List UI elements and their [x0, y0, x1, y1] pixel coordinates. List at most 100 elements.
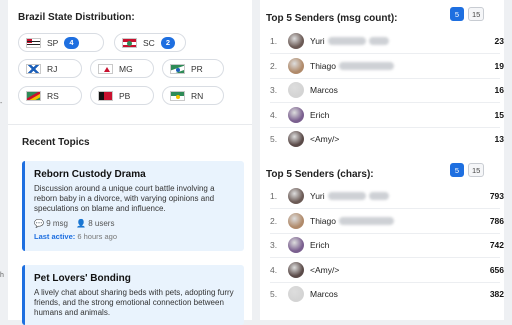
chat-icon: 💬 — [34, 219, 44, 228]
messages-count-text: 9 msg — [46, 219, 68, 228]
sender-value: 382 — [489, 289, 504, 299]
state-code: SP — [47, 37, 59, 48]
sender-row[interactable]: 3. Erich 742 — [270, 233, 504, 257]
sc-flag-icon — [122, 37, 137, 48]
users-count: 👤 8 users — [76, 219, 114, 228]
state-code: SC — [143, 37, 155, 48]
state-code: MG — [119, 63, 133, 74]
avatar — [288, 261, 304, 278]
redacted-name — [368, 37, 389, 45]
divider — [8, 124, 252, 125]
sender-name: <Amy/> — [310, 134, 340, 144]
avatar — [288, 106, 304, 123]
state-chip-rs[interactable]: RS — [18, 86, 82, 105]
pb-flag-icon — [98, 90, 113, 101]
sender-row[interactable]: 3. Marcos 16 — [270, 78, 504, 102]
sender-row[interactable]: 5. Marcos 382 — [270, 282, 504, 306]
state-count-badge: 2 — [160, 36, 175, 49]
top-chars-title: Top 5 Senders (chars): — [266, 169, 374, 180]
top-msg-toggle-5[interactable]: 5 — [450, 7, 464, 21]
redacted-name — [368, 192, 389, 200]
topic-description: A lively chat about sharing beds with pe… — [34, 288, 234, 317]
sender-value: 742 — [489, 240, 504, 250]
top-msg-title: Top 5 Senders (msg count): — [266, 13, 398, 24]
sender-row[interactable]: 1. Yuri 793 — [270, 184, 504, 208]
sender-row[interactable]: 4. Erich 15 — [270, 103, 504, 127]
sender-value: 793 — [489, 191, 504, 201]
avatar — [288, 131, 304, 147]
sender-row[interactable]: 5. <Amy/> 13 — [270, 127, 504, 151]
avatar — [288, 212, 304, 229]
avatar — [288, 237, 304, 253]
state-chip-sc[interactable]: SC 2 — [114, 33, 186, 52]
state-count-badge: 4 — [64, 36, 79, 49]
sender-name: Erich — [310, 240, 330, 250]
sender-value: 19 — [494, 60, 504, 71]
state-chip-rj[interactable]: RJ — [18, 59, 82, 78]
avatar — [288, 188, 304, 204]
sender-name: Marcos — [310, 289, 338, 299]
sender-row[interactable]: 1. Yuri 23 — [270, 29, 504, 53]
state-chip-pb[interactable]: PB — [90, 86, 154, 105]
topic-card[interactable]: Pet Lovers' Bonding A lively chat about … — [22, 265, 244, 325]
messages-count: 💬 9 msg — [34, 219, 68, 228]
sender-name: Erich — [310, 109, 330, 120]
sender-name: Thiago — [310, 215, 336, 226]
topic-title: Pet Lovers' Bonding — [34, 273, 131, 284]
edge-fragment: - — [0, 100, 3, 107]
avatar — [288, 286, 304, 302]
sender-rank: 1. — [270, 191, 278, 201]
last-active: Last active: 6 hours ago — [34, 232, 236, 241]
sender-value: 16 — [494, 85, 504, 95]
sender-rank: 5. — [270, 134, 278, 144]
state-code: PR — [191, 63, 203, 74]
redacted-name — [339, 61, 394, 70]
pr-flag-icon — [170, 63, 185, 74]
rj-flag-icon — [26, 63, 41, 74]
redacted-name — [339, 216, 394, 225]
sender-rank: 2. — [270, 60, 278, 71]
state-chip-pr[interactable]: PR — [162, 59, 224, 78]
avatar — [288, 33, 304, 49]
top-msg-toggle-15[interactable]: 15 — [468, 7, 485, 21]
sender-name: <Amy/> — [310, 264, 340, 275]
topic-description: Discussion around a unique court battle … — [34, 184, 215, 213]
top-chars-toggle-5[interactable]: 5 — [450, 163, 464, 177]
topic-card[interactable]: Reborn Custody Drama Discussion around a… — [22, 161, 244, 251]
avatar — [288, 82, 304, 98]
top-chars-toggle-15[interactable]: 15 — [468, 163, 485, 177]
user-icon: 👤 — [76, 219, 86, 228]
redacted-name — [327, 37, 366, 45]
sender-value: 656 — [489, 264, 504, 275]
sender-name: Yuri — [310, 191, 325, 201]
state-code: RJ — [47, 63, 58, 74]
recent-topics-title: Recent Topics — [22, 137, 90, 148]
sender-rank: 4. — [270, 109, 278, 120]
top-chars-toggle: 5 15 — [450, 163, 485, 177]
state-code: RN — [191, 90, 204, 101]
redacted-name — [327, 192, 366, 200]
sp-flag-icon — [26, 37, 41, 48]
sender-name: Yuri — [310, 36, 325, 46]
state-chip-mg[interactable]: MG — [90, 59, 154, 78]
sender-value: 23 — [494, 36, 504, 46]
state-distribution-title: Brazil State Distribution: — [18, 12, 135, 23]
edge-fragment: h — [0, 272, 4, 279]
state-code: PB — [119, 90, 131, 101]
sender-row[interactable]: 2. Thiago 19 — [270, 54, 504, 78]
avatar — [288, 57, 304, 74]
sender-rank: 3. — [270, 85, 278, 95]
users-count-text: 8 users — [88, 219, 115, 228]
sender-row[interactable]: 2. Thiago 786 — [270, 209, 504, 233]
sender-rank: 3. — [270, 240, 278, 250]
sender-value: 15 — [494, 109, 504, 120]
state-chip-sp[interactable]: SP 4 — [18, 33, 104, 52]
last-active-label: Last active: — [34, 232, 76, 241]
sender-row[interactable]: 4. <Amy/> 656 — [270, 258, 504, 282]
sender-rank: 1. — [270, 36, 278, 46]
sender-rank: 4. — [270, 264, 278, 275]
sender-value: 13 — [494, 134, 504, 144]
sender-name: Thiago — [310, 60, 336, 71]
state-chip-rn[interactable]: RN — [162, 86, 224, 105]
state-code: RS — [47, 90, 59, 101]
